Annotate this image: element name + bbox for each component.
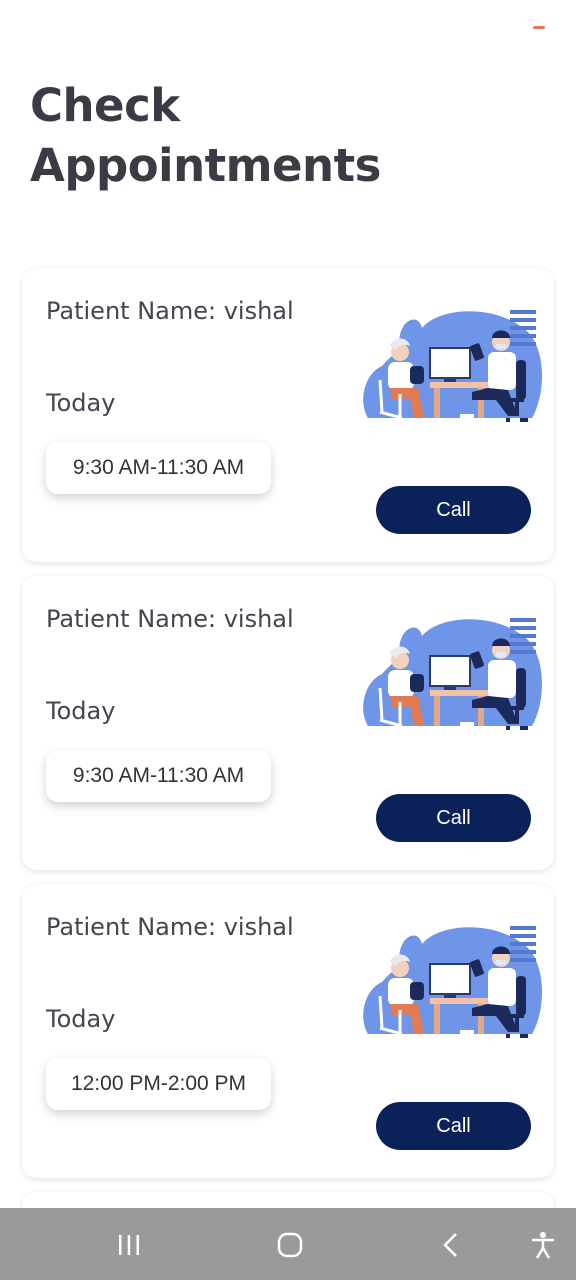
back-icon[interactable] — [436, 1230, 466, 1260]
appointment-list: Patient Name: vishal Today 9:30 AM-11:30… — [22, 268, 554, 1232]
page-title: Check Appointments — [30, 79, 381, 192]
time-slot: 12:00 PM-2:00 PM — [46, 1058, 271, 1110]
patient-name: Patient Name: vishal — [46, 913, 294, 941]
accessibility-icon[interactable] — [528, 1230, 558, 1260]
call-button[interactable]: Call — [376, 486, 531, 534]
recents-icon[interactable] — [114, 1230, 144, 1260]
system-nav-bar — [0, 1208, 576, 1280]
appointment-day: Today — [46, 389, 116, 417]
time-slot: 9:30 AM-11:30 AM — [46, 750, 271, 802]
doctor-patient-illustration — [360, 304, 544, 444]
screen: Check Appointments Patient Name: vishal … — [0, 0, 576, 1280]
call-button[interactable]: Call — [376, 1102, 531, 1150]
call-button[interactable]: Call — [376, 794, 531, 842]
appointment-card: Patient Name: vishal Today 9:30 AM-11:30… — [22, 576, 554, 870]
menu-indicator[interactable] — [533, 26, 545, 29]
appointment-card: Patient Name: vishal Today 9:30 AM-11:30… — [22, 268, 554, 562]
appointment-card: Patient Name: vishal Today 12:00 PM-2:00… — [22, 884, 554, 1178]
home-icon[interactable] — [275, 1230, 305, 1260]
patient-name: Patient Name: vishal — [46, 297, 294, 325]
time-slot: 9:30 AM-11:30 AM — [46, 442, 271, 494]
doctor-patient-illustration — [360, 920, 544, 1060]
appointment-day: Today — [46, 1005, 116, 1033]
doctor-patient-illustration — [360, 612, 544, 752]
patient-name: Patient Name: vishal — [46, 605, 294, 633]
appointment-day: Today — [46, 697, 116, 725]
